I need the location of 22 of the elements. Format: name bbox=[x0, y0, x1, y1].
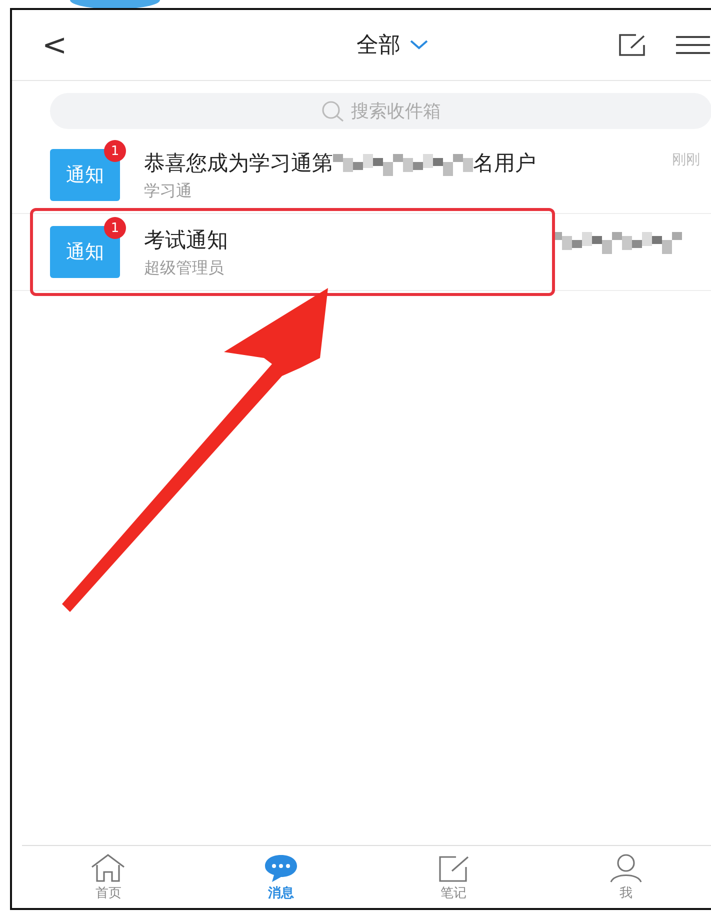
unread-badge: 1 bbox=[104, 140, 126, 162]
chevron-down-icon[interactable] bbox=[408, 39, 429, 51]
message-sender: 学习通 bbox=[144, 180, 193, 202]
nav-tab[interactable]: 消息 bbox=[194, 846, 367, 908]
message-time: 刚刚 bbox=[672, 151, 700, 169]
message-sender: 超级管理员 bbox=[144, 258, 225, 278]
message-title: 考试通知 bbox=[144, 226, 228, 254]
message-title: 名用户 bbox=[473, 150, 536, 176]
menu-icon[interactable] bbox=[676, 35, 710, 55]
search-field[interactable]: 搜索收件箱 bbox=[50, 93, 711, 129]
message-row[interactable]: 通知 1 考试通知 超级管理员 bbox=[12, 214, 711, 291]
back-button[interactable]: < bbox=[42, 28, 68, 62]
search-icon bbox=[321, 100, 345, 122]
message-row[interactable]: 通知 1 恭喜您成为学习通第 名用户 学习通 刚刚 bbox=[12, 137, 711, 214]
nav-tab[interactable]: 我 bbox=[540, 846, 711, 908]
header-title[interactable]: 全部 bbox=[356, 30, 401, 60]
message-title: 恭喜您成为学习通第 bbox=[144, 150, 333, 176]
unread-badge: 1 bbox=[104, 217, 126, 239]
nav-tab[interactable]: 笔记 bbox=[367, 846, 540, 908]
nav-tab[interactable]: 首页 bbox=[22, 846, 194, 908]
home-icon bbox=[89, 852, 128, 882]
compose-icon[interactable] bbox=[618, 33, 646, 57]
